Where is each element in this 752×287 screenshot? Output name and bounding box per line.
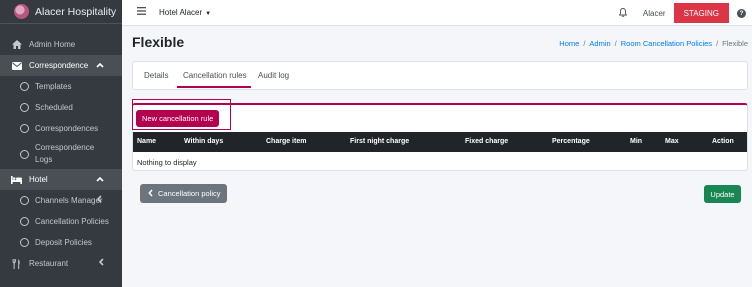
sidebar-item-label: Restaurant [29,259,69,268]
column-header-charge-item[interactable]: Charge item [266,138,306,145]
brand[interactable]: Alacer Hospitality [0,0,122,24]
topbar-right: Alacer STAGING ? [618,0,752,26]
sidebar: Alacer Hospitality Admin Home Correspond… [0,0,122,287]
circle-icon [20,82,29,91]
breadcrumb-separator: / [614,39,617,48]
sidebar-item-label: Hotel [29,175,48,184]
brand-logo [14,4,29,19]
breadcrumb-separator: / [716,39,719,48]
hotel-selector[interactable]: Hotel Alacer ▼ [159,8,211,17]
sidebar-item-label: Correspondence Logs [35,143,95,164]
column-header-fixed-charge[interactable]: Fixed charge [465,138,508,145]
rules-table-header: Name Within days Charge item First night… [133,132,747,152]
bell-icon[interactable] [618,7,628,19]
circle-icon [20,124,29,133]
tab-details[interactable]: Details [144,71,168,80]
sidebar-nav: Admin Home Correspondence Templates Sche… [0,24,122,274]
chevron-up-icon [96,60,104,70]
sidebar-item-cancellation-policies[interactable]: Cancellation Policies [0,211,122,232]
chevron-left-icon [98,258,104,268]
utensils-icon [11,258,22,269]
user-menu[interactable]: Alacer [643,9,666,18]
sidebar-item-correspondence-logs[interactable]: Correspondence Logs [0,139,122,169]
sidebar-item-hotel[interactable]: Hotel [0,169,122,190]
column-header-max[interactable]: Max [665,138,679,145]
update-button[interactable]: Update [704,185,741,203]
sidebar-item-label: Correspondences [35,124,99,133]
sidebar-item-label: Admin Home [29,40,76,49]
sidebar-item-label: Templates [35,82,72,91]
column-header-action[interactable]: Action [712,138,734,145]
sidebar-item-restaurant[interactable]: Restaurant [0,253,122,274]
chevron-left-icon [148,188,153,199]
brand-name: Alacer Hospitality [35,5,117,18]
caret-down-icon: ▼ [205,11,212,17]
circle-icon [20,103,29,112]
bed-icon [11,174,22,185]
sidebar-item-templates[interactable]: Templates [0,76,122,97]
sidebar-item-deposit-policies[interactable]: Deposit Policies [0,232,122,253]
breadcrumb-admin[interactable]: Admin [589,39,610,48]
column-header-name[interactable]: Name [137,138,156,145]
breadcrumb-separator: / [583,39,586,48]
sidebar-item-label: Cancellation Policies [35,217,109,226]
column-header-first-night-charge[interactable]: First night charge [350,138,409,145]
staging-badge[interactable]: STAGING [673,3,729,23]
chevron-up-icon [96,174,104,184]
breadcrumb-room-cancellation-policies[interactable]: Room Cancellation Policies [621,39,712,48]
empty-table-message: Nothing to display [137,158,197,167]
page-title: Flexible [132,34,185,50]
envelope-icon [11,60,22,71]
sidebar-item-correspondence[interactable]: Correspondence [0,55,122,76]
breadcrumb-home[interactable]: Home [559,39,579,48]
sidebar-item-label: Scheduled [35,103,73,112]
sidebar-item-admin-home[interactable]: Admin Home [0,34,122,55]
active-tab-indicator [177,86,251,88]
sidebar-item-label: Channels Manager [35,196,103,205]
column-header-min[interactable]: Min [630,138,642,145]
chevron-left-icon [96,195,102,205]
breadcrumb-current: Flexible [722,39,748,48]
sidebar-item-correspondences[interactable]: Correspondences [0,118,122,139]
sidebar-item-label: Correspondence [29,61,89,70]
sidebar-item-channels-manager[interactable]: Channels Manager [0,190,122,211]
sidebar-item-scheduled[interactable]: Scheduled [0,97,122,118]
circle-icon [20,149,29,159]
column-header-within-days[interactable]: Within days [184,138,223,145]
tab-audit-log[interactable]: Audit log [258,71,289,80]
highlight-box [132,99,231,130]
breadcrumb: Home / Admin / Room Cancellation Policie… [559,39,748,48]
back-button-label: Cancellation policy [158,189,221,198]
column-header-percentage[interactable]: Percentage [552,138,590,145]
tabs-card: Details Cancellation rules Audit log [132,61,748,90]
back-to-cancellation-policy-button[interactable]: Cancellation policy [140,184,227,203]
circle-icon [20,196,29,205]
help-icon[interactable]: ? [737,8,746,18]
circle-icon [20,217,29,226]
hamburger-menu-icon[interactable] [137,7,146,18]
sidebar-item-label: Deposit Policies [35,238,92,247]
tab-cancellation-rules[interactable]: Cancellation rules [183,71,247,80]
home-icon [11,39,22,50]
hotel-selector-label: Hotel Alacer [159,8,203,17]
topbar: Hotel Alacer ▼ Alacer STAGING ? [122,0,752,26]
circle-icon [20,238,29,247]
